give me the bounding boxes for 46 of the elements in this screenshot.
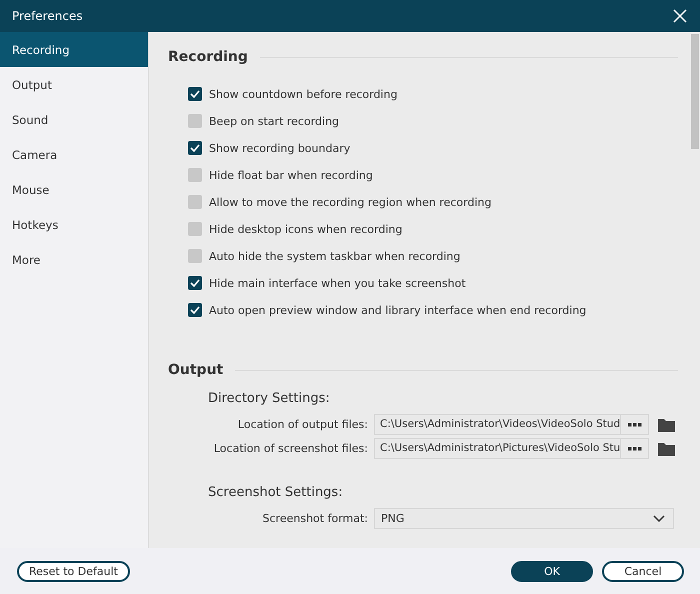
scrollbar-thumb[interactable] [691, 34, 699, 149]
sidebar-item[interactable]: Mouse [0, 172, 148, 207]
field-label: Location of screenshot files: [212, 442, 368, 455]
ellipsis-icon [628, 422, 642, 426]
checkbox[interactable] [188, 222, 202, 236]
checkbox-label: Auto hide the system taskbar when recording [209, 250, 460, 262]
ellipsis-icon [628, 446, 642, 450]
checkbox[interactable] [188, 141, 202, 155]
checkbox-label: Beep on start recording [209, 114, 340, 128]
checkbox-label: Hide desktop icons when recording [209, 222, 402, 236]
checkbox-label: Auto open preview window and library interface when end recording [209, 304, 586, 316]
sidebar-item[interactable]: Camera [0, 137, 148, 172]
checkbox[interactable] [188, 114, 202, 128]
sidebar-item[interactable]: Hotkeys [0, 207, 148, 242]
checkbox[interactable] [188, 195, 202, 209]
field-label: Screenshot format: [262, 512, 368, 525]
checkbox[interactable] [188, 276, 202, 290]
checkbox[interactable] [188, 303, 202, 317]
close-button[interactable] [672, 8, 688, 24]
chevron-down-icon [653, 515, 665, 522]
sidebar-item[interactable]: Output [0, 67, 148, 102]
cancel-button[interactable]: Cancel [602, 560, 684, 582]
path-field[interactable]: C:\Users\Administrator\Videos\VideoSolo Stud [374, 414, 649, 435]
checkbox-label: Show recording boundary [209, 142, 350, 154]
field-label: Location of output files: [236, 418, 368, 431]
sidebar-item[interactable]: Sound [0, 102, 148, 137]
folder-icon[interactable] [658, 418, 675, 432]
checkbox[interactable] [188, 249, 202, 263]
subsection-heading: Screenshot Settings: [207, 485, 344, 500]
sidebar-item[interactable]: More [0, 242, 148, 277]
path-field[interactable]: C:\Users\Administrator\Pictures\VideoSolo Stu [374, 438, 649, 459]
folder-icon[interactable] [658, 442, 675, 456]
checkbox-label: Hide main interface when you take screenshot [209, 276, 466, 290]
checkbox[interactable] [188, 168, 202, 182]
checkbox-label: Show countdown before recording [209, 88, 398, 100]
checkbox-label: Allow to move the recording region when recording [209, 196, 492, 208]
checkbox[interactable] [188, 87, 202, 101]
reset-button[interactable]: Reset to Default [17, 560, 130, 582]
subsection-heading: Directory Settings: [207, 391, 331, 406]
sidebar-item[interactable]: Recording [0, 32, 148, 67]
format-dropdown[interactable]: PNG [374, 508, 674, 529]
section-heading: Recording [168, 49, 248, 65]
section-heading: Output [168, 362, 224, 378]
window-title: Preferences [12, 9, 83, 23]
checkbox-label: Hide float bar when recording [209, 168, 373, 182]
ok-button[interactable]: OK [511, 560, 593, 582]
